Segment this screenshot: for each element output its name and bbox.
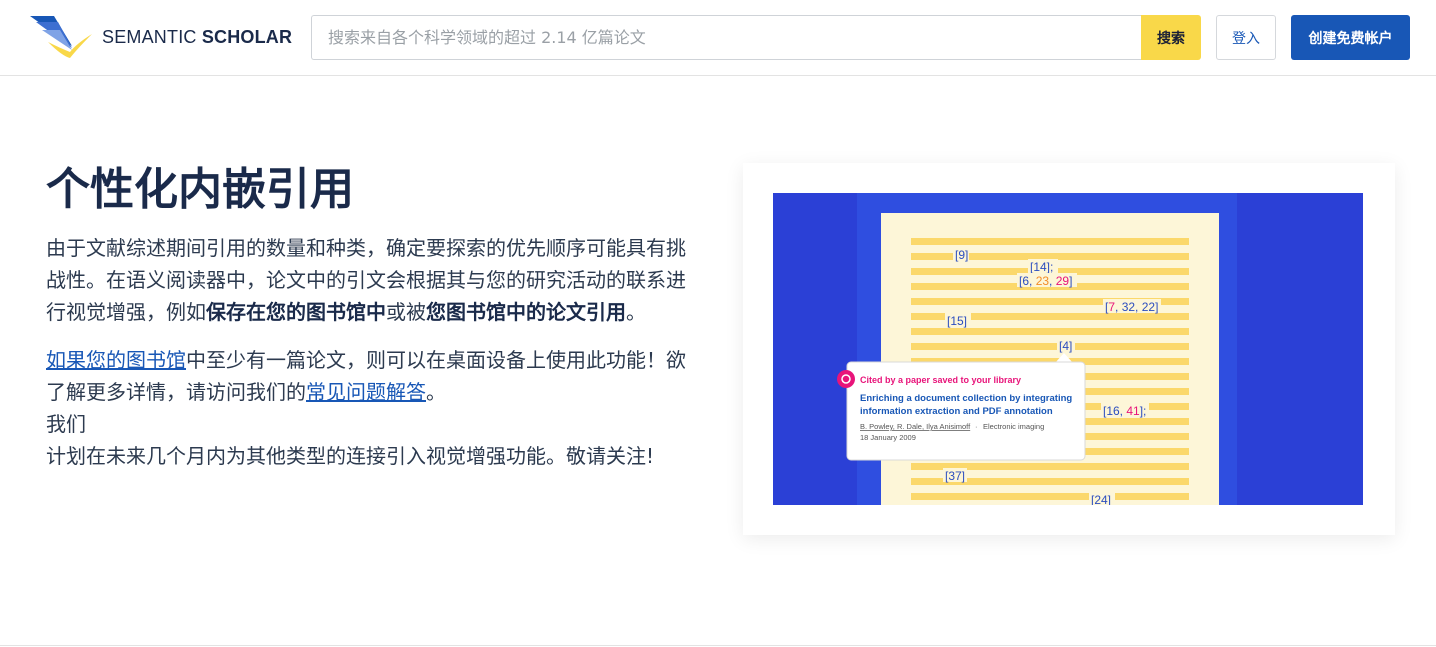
top-nav: SEMANTIC SCHOLAR 搜索 登入 创建免费帐户 <box>0 0 1436 76</box>
search-button[interactable]: 搜索 <box>1141 15 1201 60</box>
illustration-card: [9] [14]; [6, 23, 29] [7, 32, 22] [15] [… <box>743 163 1395 535</box>
citation-mark[interactable]: [14]; <box>1030 260 1053 274</box>
semantic-scholar-logo[interactable]: SEMANTIC SCHOLAR <box>28 12 292 62</box>
divider <box>0 645 1436 646</box>
svg-text:18 January 2009: 18 January 2009 <box>860 433 916 442</box>
availability-paragraph: 如果您的图书馆中至少有一篇论文，则可以在桌面设备上使用此功能！欲了解更多详情，请… <box>46 348 686 468</box>
feature-paragraph: 由于文献综述期间引用的数量和种类，确定要探索的优先顺序可能具有挑战性。在语义阅读… <box>46 236 686 324</box>
inline-citations-illustration: [9] [14]; [6, 23, 29] [7, 32, 22] [15] [… <box>773 193 1363 505</box>
library-badge-icon <box>837 370 855 388</box>
logo-icon <box>30 16 92 58</box>
library-link[interactable]: 如果您的图书馆 <box>46 348 186 372</box>
search-input[interactable] <box>311 15 1141 60</box>
citation-mark[interactable]: [15] <box>947 314 967 328</box>
citation-mark[interactable]: [7, 32, 22] <box>1105 300 1158 314</box>
svg-text:Enriching a document collectio: Enriching a document collection by integ… <box>860 393 1072 404</box>
citation-mark[interactable]: [6, 23, 29] <box>1019 274 1072 288</box>
citation-mark[interactable]: [37] <box>945 469 965 483</box>
saved-in-library-text: 保存在您的图书馆中 <box>206 300 386 324</box>
svg-text:information extraction and PDF: information extraction and PDF annotatio… <box>860 406 1053 417</box>
svg-text:B. Powley, R. Dale, Ilya Anisi: B. Powley, R. Dale, Ilya Anisimoff <box>860 422 971 431</box>
citation-mark[interactable]: [9] <box>955 248 968 262</box>
search-bar: 搜索 <box>311 15 1201 60</box>
citation-mark[interactable]: [24] <box>1091 493 1111 505</box>
faq-link[interactable]: 常见问题解答 <box>306 380 426 404</box>
logo-text: SEMANTIC SCHOLAR <box>102 26 293 47</box>
feature-description: 个性化内嵌引用 由于文献综述期间引用的数量和种类，确定要探索的优先顺序可能具有挑… <box>46 160 701 472</box>
login-button[interactable]: 登入 <box>1216 15 1276 60</box>
page-title: 个性化内嵌引用 <box>46 164 354 215</box>
svg-text:·: · <box>975 422 978 431</box>
citation-popup: Cited by a paper saved to your library E… <box>837 353 1086 461</box>
citation-mark[interactable]: [4] <box>1059 339 1072 353</box>
cited-by-library-text: 您图书馆中的论文引用 <box>426 300 626 324</box>
signup-button[interactable]: 创建免费帐户 <box>1291 15 1410 60</box>
svg-text:Electronic imaging: Electronic imaging <box>983 422 1044 431</box>
citation-mark[interactable]: [16, 41]; <box>1103 404 1146 418</box>
svg-text:Cited by a paper saved to your: Cited by a paper saved to your library <box>860 375 1021 385</box>
